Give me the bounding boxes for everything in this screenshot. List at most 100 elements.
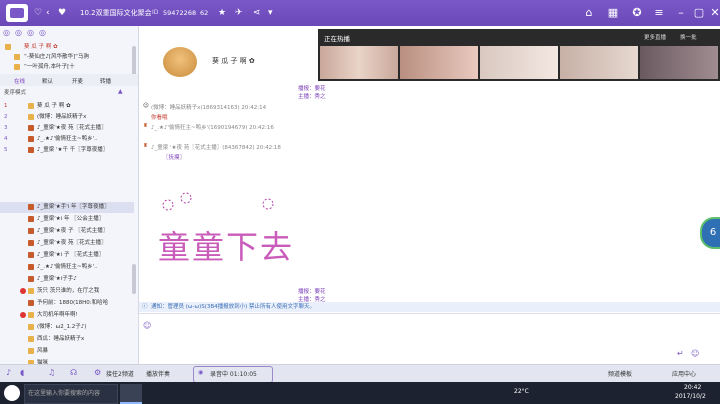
member-item[interactable]: ♪_童梁'★i 子 〖花式主播〗 — [0, 250, 134, 260]
chat-message: 你看哦 — [151, 115, 168, 121]
hot-streams-panel: 正在热播 更多直播 换一批 — [318, 29, 720, 81]
heart-icon[interactable]: ♡ — [34, 0, 42, 26]
app-logo — [6, 4, 28, 22]
app-center-button[interactable]: 应用中心 — [672, 369, 696, 378]
yy-taskbar-app[interactable] — [120, 384, 142, 404]
more-streams-link[interactable]: 更多直播 — [644, 33, 666, 41]
decorative-stars — [158, 190, 278, 216]
reply-icon[interactable]: ↵ — [677, 349, 684, 358]
volume-icon[interactable]: ◖ — [20, 368, 24, 377]
chat-message: 〖抚摸〗 — [163, 155, 186, 161]
tab-mic[interactable]: 开麦 — [72, 77, 83, 85]
settings-icon[interactable]: ◎ — [39, 28, 46, 37]
member-item[interactable]: ♪_.★♪'偷情狂主~鸭乡'.. — [0, 262, 134, 272]
room-id: 59472268 — [163, 9, 197, 17]
mic-list-item[interactable]: 3 ♪_童梁'★夜 苑〖花式主播〗 — [0, 123, 134, 133]
header-item[interactable]: “-葵仙庄♪[风华散华]”马驹 — [0, 52, 134, 62]
chat-message: ♪_童梁 '★夜 苑〖花式主播〗(84367842) 20:42:18 — [151, 145, 281, 151]
mic-icon[interactable]: ♫ — [48, 368, 55, 377]
viewer-count: 62 — [200, 9, 209, 17]
side-badge[interactable]: 6 — [700, 217, 720, 249]
audio-icon[interactable]: ◎ — [15, 28, 22, 37]
member-item[interactable]: 风暴 — [0, 346, 134, 356]
member-item[interactable]: ♪_童梁'★i子手♪ — [0, 274, 134, 284]
stream-thumbnail[interactable] — [400, 46, 478, 79]
speaker-icon[interactable]: ♪ — [6, 368, 11, 377]
left-panel: ◎ ◎ ◎ ◎ 葵 瓜 子 啊 ✿ “-葵仙庄♪[风华散华]”马驹 “一叶孤舟,… — [0, 26, 139, 382]
member-item[interactable]: ♪_童梁'★i 年 〖公会主播〗 — [0, 214, 134, 224]
start-icon[interactable] — [4, 385, 20, 401]
side-note: 播报：要花 — [298, 86, 326, 92]
stream-thumbnail[interactable] — [560, 46, 638, 79]
record-icon: ◉ — [198, 369, 204, 376]
tab-default[interactable]: 默认 — [42, 77, 53, 85]
home-button[interactable]: ⌂ — [578, 0, 600, 26]
side-note: 主播：秀之 — [298, 94, 326, 100]
clock-date: 2017/10/2 — [675, 393, 706, 400]
notice-bar: ⓘ 通知：管理员 (ω-ω)S(3B4播报放到小) 禁止所有人使用文字聊天。 — [139, 302, 720, 312]
member-item[interactable]: ♪_童梁'★夜 苑〖花式主播〗 — [0, 238, 134, 248]
stream-thumbnail[interactable] — [480, 46, 558, 79]
stream-thumbnail[interactable] — [640, 46, 718, 79]
member-item[interactable]: 西瓜：睡品妖精子x — [0, 334, 134, 344]
star-icon[interactable]: ★ — [218, 0, 226, 26]
skin-button[interactable]: ✪ — [626, 0, 648, 26]
chat-input-area[interactable]: ☺ ↵ ☺ — [139, 313, 720, 364]
room-title: 10.2双重国际文化聚会 — [80, 9, 152, 17]
mic-list-item[interactable]: 4 ♪_.★♪'偷情狂主~鸭乡'.. — [0, 134, 134, 144]
header-item[interactable]: “一叶孤舟,本叶子[十 — [0, 62, 134, 72]
menu-button[interactable]: ≡ — [648, 0, 670, 26]
chat-user-icon: ♜ — [143, 123, 148, 129]
member-item[interactable]: ♪_童梁'★手'i 年〖字尊夜播〗 — [0, 202, 134, 212]
emoji-icon[interactable]: ☺ — [143, 321, 151, 330]
notice-text: 通知：管理员 (ω-ω)S(3B4播报放到小) 禁止所有人使用文字聊天。 — [151, 304, 316, 310]
tab-bar: 在线 默认 开麦 转播 — [0, 74, 138, 86]
mic-list-item[interactable]: 1葵 瓜 子 啊 ✿ — [0, 101, 134, 111]
stream-thumbnail[interactable] — [320, 46, 398, 79]
member-scrollbar[interactable] — [132, 264, 136, 294]
mic-list-item[interactable]: 5 ♪_童梁 '★千 千〖字尊夜播〗 — [0, 145, 134, 155]
recording-status: 录音中 01:10:05 — [210, 371, 257, 378]
mic-list-item[interactable]: 2 (微博：睡品妖精子x — [0, 112, 134, 122]
toolbar-item[interactable]: 播放伴奏 — [146, 369, 170, 378]
grid-button[interactable]: ▦ — [602, 0, 624, 26]
os-taskbar: 在这里输入你要搜索的内容 22°C 20:42 2017/10/2 — [0, 382, 720, 404]
member-item[interactable]: 茨只 茨只谁的，在厅之我 — [0, 286, 134, 296]
mic-section-label: 麦序模式 — [4, 90, 27, 96]
gear-icon[interactable]: ⚙ — [94, 368, 101, 377]
plane-icon[interactable]: ✈ — [235, 0, 243, 26]
big-art-text: 童童下去 — [158, 228, 295, 266]
close-button[interactable]: ✕ — [704, 0, 720, 26]
channel-template-button[interactable]: 频道模板 — [608, 369, 632, 378]
emoji-picker-icon[interactable]: ☺ — [691, 349, 699, 358]
clock-time: 20:42 — [684, 384, 702, 391]
bottom-toolbar: ♪ ◖ ♫ ☊ ⚙ 接任2频道 播放伴奏 ◉ 录音中 01:10:05 频道模板… — [0, 364, 720, 383]
member-item[interactable]: (微博：ω2_1.2子♪) — [0, 322, 134, 332]
room-id-icon: ID — [152, 9, 159, 16]
tab-relay[interactable]: 转播 — [100, 77, 111, 85]
member-item[interactable]: ♪_童梁'★夜 子 〖花式主播〗 — [0, 226, 134, 236]
anchor-avatar[interactable] — [163, 47, 197, 77]
dropdown-icon[interactable]: ▾ — [268, 0, 273, 26]
share-icon[interactable]: ⋖ — [253, 0, 261, 26]
chat-user-icon: ♜ — [143, 143, 148, 149]
search-placeholder: 在这里输入你要搜索的内容 — [28, 390, 101, 397]
tab-online[interactable]: 在线 — [14, 77, 25, 85]
info-icon: ⓘ — [142, 304, 148, 310]
chevron-icon[interactable]: ‹ — [46, 0, 50, 26]
toolbar-item[interactable]: 接任2频道 — [106, 369, 134, 378]
member-item[interactable]: 予何前：1880(18H0:和哈哈 — [0, 298, 134, 308]
mic-section-arrow-icon[interactable]: ▲ — [118, 88, 123, 95]
header-item[interactable]: 葵 瓜 子 啊 ✿ — [0, 42, 134, 52]
refresh-link[interactable]: 换一批 — [680, 33, 697, 41]
headset-icon[interactable]: ☊ — [70, 368, 77, 377]
chat-message: (微博：睡品妖精子x(1869314163) 20:42:14 — [151, 105, 267, 111]
title-bar: ♡ ‹ ♥ 10.2双重国际文化聚会 ID 59472268 62 ★ ✈ ⋖ … — [0, 0, 720, 26]
member-item[interactable]: 大司机年啊年啊! — [0, 310, 134, 320]
member-icon[interactable]: ◎ — [3, 28, 10, 37]
chat-user-icon: ☺ — [143, 103, 149, 109]
video-icon[interactable]: ◎ — [27, 28, 34, 37]
favorite-icon[interactable]: ♥ — [58, 0, 66, 26]
hot-label: 正在热播 — [324, 35, 350, 43]
anchor-name: 葵 瓜 子 啊 ✿ — [212, 57, 255, 65]
